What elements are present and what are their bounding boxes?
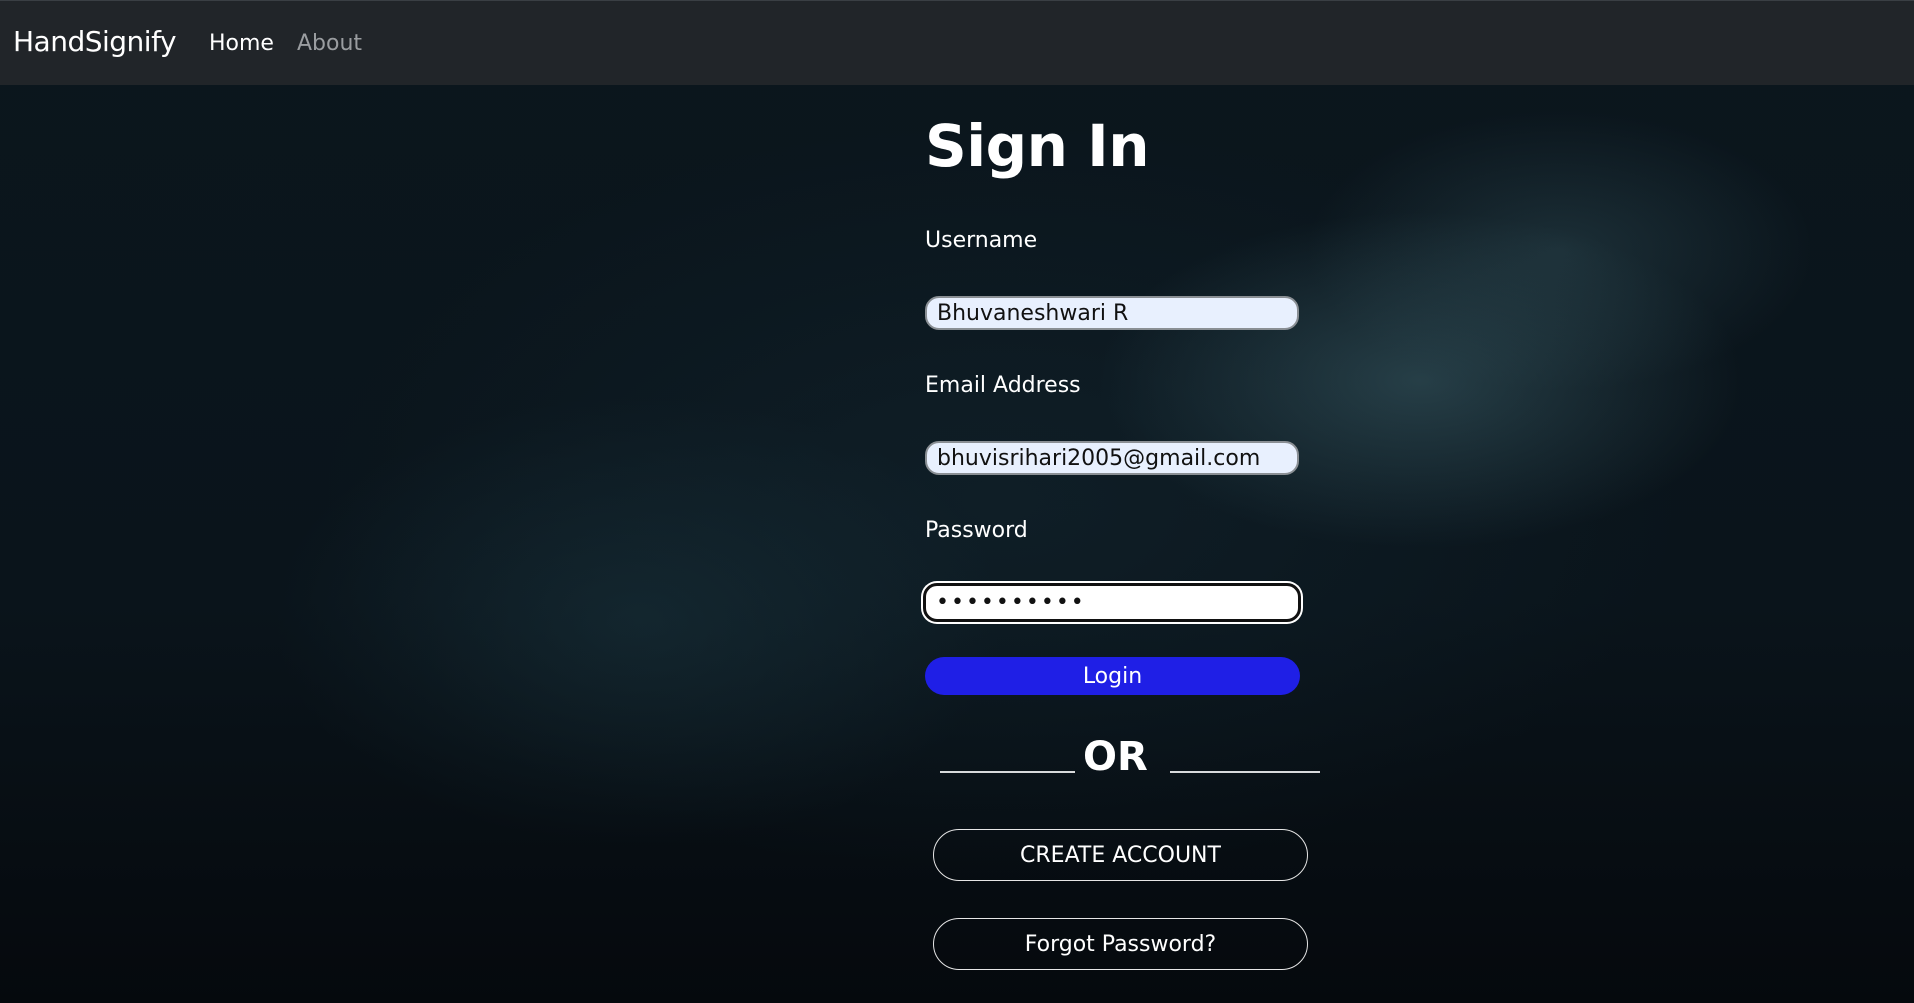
- forgot-password-button[interactable]: Forgot Password?: [933, 918, 1308, 970]
- email-label: Email Address: [925, 373, 1081, 398]
- password-input[interactable]: [923, 583, 1301, 622]
- navbar: HandSignify Home About: [0, 0, 1914, 85]
- password-label: Password: [925, 518, 1028, 543]
- login-button[interactable]: Login: [925, 657, 1300, 695]
- divider-line-right: [1170, 771, 1320, 773]
- brand-logo[interactable]: HandSignify: [13, 25, 177, 58]
- nav-link-home[interactable]: Home: [209, 31, 274, 56]
- email-input[interactable]: [925, 441, 1299, 475]
- page-title: Sign In: [925, 112, 1150, 180]
- username-label: Username: [925, 228, 1038, 253]
- create-account-button[interactable]: CREATE ACCOUNT: [933, 829, 1308, 881]
- username-input[interactable]: [925, 296, 1299, 330]
- or-text: OR: [1083, 734, 1148, 780]
- divider-line-left: [940, 771, 1075, 773]
- nav-link-about[interactable]: About: [297, 31, 362, 56]
- or-divider: OR: [940, 730, 1320, 780]
